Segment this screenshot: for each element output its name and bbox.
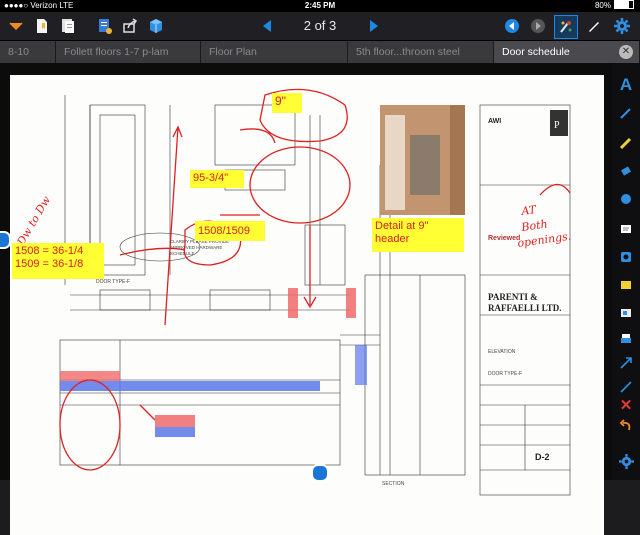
pen-icon[interactable] [584,16,604,36]
battery-percent: 80% [594,1,611,10]
sticky-note-icon[interactable] [616,275,636,295]
note-detail-header[interactable]: Detail at 9" header [372,218,464,252]
svg-text:Dw to Dw: Dw to Dw [14,193,53,248]
bottom-panel-handle[interactable] [311,464,329,482]
camera-icon[interactable] [616,247,636,267]
settings-icon[interactable] [612,16,632,36]
svg-text:DOOR TYPE-F: DOOR TYPE-F [488,371,522,377]
tab-door-schedule[interactable]: Door schedule ✕ [494,41,640,63]
svg-text:RAFFAELLI LTD.: RAFFAELLI LTD. [488,303,562,313]
markup-toolbar: A ✕ [612,63,640,480]
svg-text:D-2: D-2 [535,452,550,462]
svg-text:P: P [554,120,560,131]
highlighter-icon[interactable] [616,133,636,153]
svg-text:PARENTI &: PARENTI & [488,292,538,302]
stamp-icon[interactable] [616,189,636,209]
tab-5th-floor[interactable]: 5th floor...throom steel [348,41,494,63]
line-tool-icon[interactable] [616,377,636,397]
print-icon[interactable] [616,329,636,349]
note-door-pair[interactable]: 1508/1509 [195,221,265,241]
note-top-dimension[interactable]: 9" [272,93,302,113]
page-indicator: 2 of 3 [303,18,337,33]
svg-text:Reviewed: Reviewed [488,235,520,242]
note-dims-1509: 1509 = 36-1/8 [15,258,84,270]
clock: 2:45 PM [304,1,336,10]
documents-icon[interactable] [58,16,78,36]
markup-tools-icon[interactable] [554,15,578,39]
architectural-drawing: AWI P Reviewed PARENTI & RAFFAELLI LTD. … [14,88,572,496]
tab-door-schedule-label: Door schedule [502,46,570,58]
arrow-tool-icon[interactable] [616,353,636,373]
next-page-icon[interactable] [364,16,384,36]
status-bar: ●●●●○ Verizon LTE 2:45 PM 80% [0,0,640,12]
battery-icon [614,0,634,10]
tool-settings-icon[interactable] [616,451,636,471]
drawing-page[interactable]: AWI P Reviewed PARENTI & RAFFAELLI LTD. … [10,75,604,535]
note-door-dimensions[interactable]: 1508 = 36-1/4 1509 = 36-1/8 [12,243,104,279]
delete-icon[interactable]: ✕ [616,395,636,415]
undo-icon[interactable] [616,415,636,435]
bookmark-icon[interactable] [32,16,52,36]
svg-text:SCHEDULE: SCHEDULE [170,251,195,256]
text-tool-icon[interactable]: A [616,75,636,95]
add-document-icon[interactable] [94,16,114,36]
document-tabs: 8-10 Follett floors 1-7 p-lam Floor Plan… [0,41,640,63]
tab-floor-plan[interactable]: Floor Plan [201,41,348,63]
svg-text:AT: AT [520,203,539,218]
image-icon[interactable] [616,303,636,323]
note-icon[interactable] [616,219,636,239]
close-icon[interactable]: ✕ [619,45,633,59]
note-width-dimension[interactable]: 95-3/4" [190,170,244,188]
pen-tool-icon[interactable] [616,103,636,123]
eraser-icon[interactable] [616,161,636,181]
svg-text:APPROVED HARDWARE: APPROVED HARDWARE [170,245,222,250]
cube-icon[interactable] [146,16,166,36]
back-arrow-icon[interactable] [6,16,26,36]
tab-8-10[interactable]: 8-10 [0,41,56,63]
document-viewer[interactable]: AWI P Reviewed PARENTI & RAFFAELLI LTD. … [0,63,612,535]
svg-text:SECTION: SECTION [382,481,405,487]
awi-label: AWI [488,118,501,125]
prev-page-icon[interactable] [257,16,277,36]
tab-follett-floors[interactable]: Follett floors 1-7 p-lam [56,41,201,63]
main-toolbar: 2 of 3 [0,12,640,41]
svg-text:DOOR TYPE-F: DOOR TYPE-F [96,279,130,285]
note-dims-1508: 1508 = 36-1/4 [15,245,84,257]
svg-text:ELEVATION: ELEVATION [488,349,516,355]
share-icon[interactable] [120,16,140,36]
battery-status: 80% [595,0,634,12]
redo-nav-icon[interactable] [528,16,548,36]
svg-text:Both: Both [520,217,549,234]
left-panel-handle[interactable] [0,231,11,249]
undo-nav-icon[interactable] [502,16,522,36]
